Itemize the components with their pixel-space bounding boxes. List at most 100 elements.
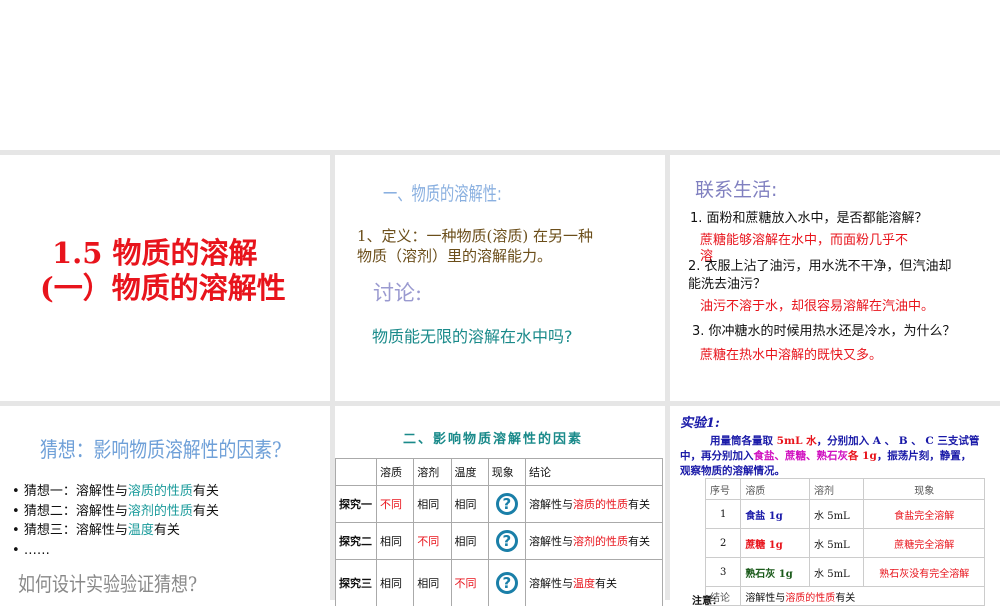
conclusion-cell: 溶解性与溶质的性质有关	[526, 486, 663, 523]
slide-thumbnail-6[interactable]: 实验1: 用量筒各量取 5mL 水，分别加入 A 、 B 、 C 三支试管 中，…	[670, 406, 1000, 606]
header-cell: 溶质	[377, 459, 414, 486]
slide-thumbnail-2[interactable]: 一、物质的溶解性: 1、定义：一种物质(溶质) 在另一种 物质（溶剂）里的溶解能…	[335, 155, 665, 401]
temperature-cell: 相同	[451, 523, 488, 560]
conclusion-suffix: 有关	[835, 593, 855, 604]
conclusion-text: 溶解性与	[529, 535, 573, 548]
slide-thumbnail-4[interactable]: 猜想：影响物质溶解性的因素? • 猜想一：溶解性与溶质的性质有关 • 猜想二：溶…	[0, 406, 330, 606]
row-label: 探究一	[336, 486, 377, 523]
slide-footer-question: 如何设计实验验证猜想?	[18, 568, 197, 597]
answer-3: 蔗糖在热水中溶解的既快又多。	[700, 344, 882, 363]
note-label: 注意：	[692, 592, 722, 606]
hypothesis-suffix: 有关	[193, 484, 219, 499]
question-mark-icon: ?	[496, 493, 518, 515]
conclusion-text: 溶解性与	[529, 577, 573, 590]
result-cell: 熟石灰没有完全溶解	[864, 558, 985, 587]
conclusion-highlight: 溶剂的性质	[573, 535, 628, 548]
row-number: 2	[706, 529, 741, 558]
description-text: ，分别加入 A 、 B 、 C 三支试管	[817, 435, 980, 447]
question-2-line1: 2. 衣服上沾了油污，用水洗不干净，但汽油却	[688, 255, 952, 274]
hypothesis-item: • 猜想二：溶解性与溶剂的性质有关	[12, 502, 219, 522]
description-highlight: 各 1g	[848, 450, 877, 462]
hypothesis-list: • 猜想一：溶解性与溶质的性质有关 • 猜想二：溶解性与溶剂的性质有关 • 猜想…	[12, 482, 219, 560]
conclusion-suffix: 有关	[595, 577, 617, 590]
discussion-question: 物质能无限的溶解在水中吗?	[372, 323, 573, 347]
conclusion-text: 溶解性与	[529, 498, 573, 511]
question-mark-icon: ?	[496, 572, 518, 594]
solute-cell: 熟石灰 1g	[741, 558, 810, 587]
solvent-cell: 水 5mL	[810, 500, 864, 529]
hypothesis-highlight: 溶剂的性质	[128, 504, 193, 519]
hypothesis-highlight: 温度	[128, 523, 154, 538]
row-number: 1	[706, 500, 741, 529]
description-text: 中，再分别加入	[680, 450, 754, 462]
header-cell	[336, 459, 377, 486]
header-cell: 现象	[488, 459, 525, 486]
description-text: 用量筒各量取	[710, 435, 777, 447]
conclusion-row: 结论 溶解性与溶质的性质有关	[706, 587, 985, 606]
solute-cell: 不同	[377, 486, 414, 523]
hypothesis-text: ……	[24, 543, 50, 558]
solvent-cell: 不同	[414, 523, 451, 560]
hypothesis-text: 猜想三：溶解性与	[24, 523, 128, 538]
slide-heading: 二、影响物质溶解性的因素	[403, 428, 583, 447]
conclusion-cell: 溶解性与溶剂的性质有关	[526, 523, 663, 560]
solute-cell: 蔗糖 1g	[741, 529, 810, 558]
slide-heading: 实验1:	[680, 412, 720, 431]
slide-heading: 联系生活:	[695, 175, 777, 202]
conclusion-text: 溶解性与	[745, 593, 785, 604]
conclusion-highlight: 温度	[573, 577, 595, 590]
conclusion-suffix: 有关	[628, 498, 650, 511]
experiment-description: 用量筒各量取 5mL 水，分别加入 A 、 B 、 C 三支试管 中，再分别加入…	[680, 434, 979, 479]
solvent-cell: 相同	[414, 486, 451, 523]
conclusion-highlight: 溶质的性质	[573, 498, 628, 511]
definition-line1: 1、定义：一种物质(溶质) 在另一种	[357, 225, 593, 246]
question-mark-icon: ?	[496, 530, 518, 552]
solvent-cell: 相同	[414, 560, 451, 606]
table-row: 探究一 不同 相同 相同 ? 溶解性与溶质的性质有关	[336, 486, 663, 523]
hypothesis-suffix: 有关	[193, 504, 219, 519]
header-cell: 温度	[451, 459, 488, 486]
answer-1-line1: 蔗糖能够溶解在水中，而面粉几乎不	[700, 229, 908, 248]
answer-2: 油污不溶于水，却很容易溶解在汽油中。	[700, 295, 934, 314]
slide-thumbnail-3[interactable]: 联系生活: 1. 面粉和蔗糖放入水中，是否都能溶解？ 蔗糖能够溶解在水中，而面粉…	[670, 155, 1000, 401]
slide-grid: 1.5 物质的溶解 (一）物质的溶解性 一、物质的溶解性: 1、定义：一种物质(…	[0, 150, 1000, 600]
slide-thumbnail-5[interactable]: 二、影响物质溶解性的因素 溶质 溶剂 温度 现象 结论 探究一 不同 相同 相同…	[335, 406, 665, 606]
slide-title-line2: (一）物质的溶解性	[40, 265, 286, 307]
table-row: 探究二 相同 不同 相同 ? 溶解性与溶剂的性质有关	[336, 523, 663, 560]
description-text: ，振荡片刻，静置，	[877, 450, 972, 462]
factors-table: 溶质 溶剂 温度 现象 结论 探究一 不同 相同 相同 ? 溶解性与溶质的性质有…	[335, 458, 663, 606]
table-row: 3 熟石灰 1g 水 5mL 熟石灰没有完全溶解	[706, 558, 985, 587]
header-cell: 溶质	[741, 479, 810, 500]
row-label: 探究二	[336, 523, 377, 560]
slide-heading: 一、物质的溶解性:	[383, 179, 502, 206]
hypothesis-item: • 猜想一：溶解性与溶质的性质有关	[12, 482, 219, 502]
discuss-label: 讨论:	[373, 277, 422, 307]
header-cell: 溶剂	[414, 459, 451, 486]
solvent-cell: 水 5mL	[810, 558, 864, 587]
description-text: 观察物质的溶解情况。	[680, 464, 979, 479]
hypothesis-item: • 猜想三：溶解性与温度有关	[12, 521, 219, 541]
hypothesis-text: 猜想二：溶解性与	[24, 504, 128, 519]
definition-line2: 物质（溶剂）里的溶解能力。	[357, 245, 552, 266]
hypothesis-text: 猜想一：溶解性与	[24, 484, 128, 499]
table-row: 1 食盐 1g 水 5mL 食盐完全溶解	[706, 500, 985, 529]
solute-cell: 相同	[377, 523, 414, 560]
question-3: 3. 你冲糖水的时候用热水还是冷水，为什么？	[692, 320, 956, 339]
hypothesis-item: • ……	[12, 541, 219, 561]
header-cell: 溶剂	[810, 479, 864, 500]
solvent-cell: 水 5mL	[810, 529, 864, 558]
table-header-row: 序号 溶质 溶剂 现象	[706, 479, 985, 500]
experiment-table: 序号 溶质 溶剂 现象 1 食盐 1g 水 5mL 食盐完全溶解 2 蔗糖 1g…	[705, 478, 985, 606]
header-cell: 现象	[864, 479, 985, 500]
question-1: 1. 面粉和蔗糖放入水中，是否都能溶解？	[690, 207, 928, 226]
temperature-cell: 不同	[451, 560, 488, 606]
slide-heading: 猜想：影响物质溶解性的因素?	[40, 434, 282, 464]
conclusion-suffix: 有关	[628, 535, 650, 548]
slide-thumbnail-1[interactable]: 1.5 物质的溶解 (一）物质的溶解性	[0, 155, 330, 401]
result-cell: 食盐完全溶解	[864, 500, 985, 529]
table-row: 2 蔗糖 1g 水 5mL 蔗糖完全溶解	[706, 529, 985, 558]
header-cell: 结论	[526, 459, 663, 486]
solute-cell: 相同	[377, 560, 414, 606]
table-header-row: 溶质 溶剂 温度 现象 结论	[336, 459, 663, 486]
solute-cell: 食盐 1g	[741, 500, 810, 529]
